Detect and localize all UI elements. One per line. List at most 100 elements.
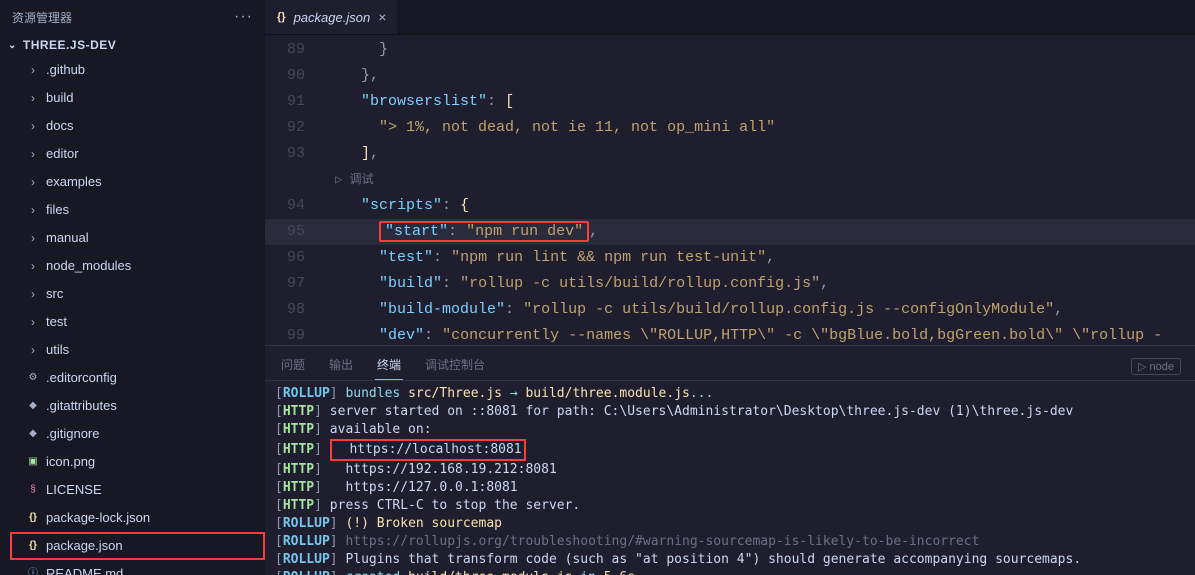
file-package-lock.json[interactable]: {}package-lock.json (10, 504, 265, 532)
gutter: 95 (265, 219, 325, 245)
line-93[interactable]: 93 ], (265, 141, 1195, 167)
chevron-right-icon (26, 311, 40, 333)
file-label: package-lock.json (46, 507, 150, 529)
folder-build[interactable]: build (10, 84, 265, 112)
gutter: 91 (265, 89, 325, 115)
explorer-header: 资源管理器 ··· (0, 0, 265, 34)
debug-hint[interactable]: 调试 (265, 167, 1195, 193)
file-label: .gitattributes (46, 395, 117, 417)
line-95[interactable]: 95 "start": "npm run dev", (265, 219, 1195, 245)
gutter: 92 (265, 115, 325, 141)
project-header[interactable]: ⌄ THREE.JS-DEV (0, 34, 265, 56)
folder-label: editor (46, 143, 79, 165)
file-.editorconfig[interactable]: ⚙ .editorconfig (10, 364, 265, 392)
file-icon: ⓘ (26, 563, 40, 575)
gutter: 89 (265, 37, 325, 63)
code-content: "browserslist": [ (325, 89, 1195, 115)
code-content: "> 1%, not dead, not ie 11, not op_mini … (325, 115, 1195, 141)
folder-src[interactable]: src (10, 280, 265, 308)
folder-utils[interactable]: utils (10, 336, 265, 364)
terminal-line: [HTTP] https://localhost:8081 (275, 439, 1185, 461)
folder-files[interactable]: files (10, 196, 265, 224)
gutter: 90 (265, 63, 325, 89)
line-98[interactable]: 98 "build-module": "rollup -c utils/buil… (265, 297, 1195, 323)
file-.gitattributes[interactable]: ◆.gitattributes (10, 392, 265, 420)
folder-label: node_modules (46, 255, 131, 277)
chevron-right-icon (26, 199, 40, 221)
more-icon[interactable]: ··· (234, 8, 253, 26)
terminal[interactable]: [ROLLUP] bundles src/Three.js → build/th… (265, 381, 1195, 575)
folder-label: .github (46, 59, 85, 81)
panel-tab-3[interactable]: 调试控制台 (423, 352, 487, 380)
folder-label: docs (46, 115, 73, 137)
shell-icon: ▷ (1138, 361, 1146, 373)
line-92[interactable]: 92 "> 1%, not dead, not ie 11, not op_mi… (265, 115, 1195, 141)
terminal-line: [ROLLUP] Plugins that transform code (su… (275, 551, 1185, 569)
code-content: "build-module": "rollup -c utils/build/r… (325, 297, 1195, 323)
gutter: 94 (265, 193, 325, 219)
folder-label: examples (46, 171, 102, 193)
code-editor[interactable]: 89 }90 },91 "browserslist": [92 "> 1%, n… (265, 35, 1195, 345)
line-99[interactable]: 99 "dev": "concurrently --names \"ROLLUP… (265, 323, 1195, 345)
folder-label: build (46, 87, 73, 109)
line-91[interactable]: 91 "browserslist": [ (265, 89, 1195, 115)
explorer-title: 资源管理器 (12, 9, 72, 26)
line-96[interactable]: 96 "test": "npm run lint && npm run test… (265, 245, 1195, 271)
chevron-right-icon (26, 171, 40, 193)
chevron-right-icon (26, 87, 40, 109)
chevron-down-icon: ⌄ (8, 40, 17, 51)
line-89[interactable]: 89 } (265, 37, 1195, 63)
folder-test[interactable]: test (10, 308, 265, 336)
panel-tabs: 问题输出终端调试控制台 ▷ node (265, 346, 1195, 381)
project-name: THREE.JS-DEV (23, 38, 116, 52)
chevron-right-icon (26, 255, 40, 277)
tab-bar: {} package.json × (265, 0, 1195, 35)
close-icon[interactable]: × (378, 9, 386, 25)
gutter: 96 (265, 245, 325, 271)
code-content: "test": "npm run lint && npm run test-un… (325, 245, 1195, 271)
folder-label: utils (46, 339, 69, 361)
sidebar: 资源管理器 ··· ⌄ THREE.JS-DEV .github build doc… (0, 0, 265, 575)
line-97[interactable]: 97 "build": "rollup -c utils/build/rollu… (265, 271, 1195, 297)
terminal-line: [HTTP] press CTRL-C to stop the server. (275, 497, 1185, 515)
terminal-line: [HTTP] available on: (275, 421, 1185, 439)
tab-label: package.json (294, 10, 371, 25)
chevron-right-icon (26, 227, 40, 249)
terminal-line: [HTTP] https://127.0.0.1:8081 (275, 479, 1185, 497)
panel-actions: ▷ node (1131, 352, 1181, 380)
tab-package-json[interactable]: {} package.json × (265, 0, 399, 34)
panel-tab-2[interactable]: 终端 (375, 352, 403, 380)
terminal-line: [ROLLUP] (!) Broken sourcemap (275, 515, 1185, 533)
file-.gitignore[interactable]: ◆.gitignore (10, 420, 265, 448)
terminal-shell-button[interactable]: ▷ node (1131, 358, 1181, 375)
panel-tab-1[interactable]: 输出 (327, 352, 355, 380)
file-label: README.md (46, 563, 123, 575)
chevron-right-icon (26, 283, 40, 305)
code-content: }, (325, 63, 1195, 89)
folder-manual[interactable]: manual (10, 224, 265, 252)
panel-tab-0[interactable]: 问题 (279, 352, 307, 380)
file-README.md[interactable]: ⓘ README.md (10, 560, 265, 575)
code-content: "scripts": { (325, 193, 1195, 219)
folder-label: test (46, 311, 67, 333)
file-tree: .github build docs editor examples filesmanua… (0, 56, 265, 575)
file-icon: ▣ (26, 451, 40, 473)
gutter: 93 (265, 141, 325, 167)
folder-.github[interactable]: .github (10, 56, 265, 84)
folder-examples[interactable]: examples (10, 168, 265, 196)
line-90[interactable]: 90 }, (265, 63, 1195, 89)
gutter: 98 (265, 297, 325, 323)
code-content: "dev": "concurrently --names \"ROLLUP,HT… (325, 323, 1195, 345)
folder-docs[interactable]: docs (10, 112, 265, 140)
file-package.json[interactable]: {}package.json (10, 532, 265, 560)
chevron-right-icon (26, 59, 40, 81)
folder-node_modules[interactable]: node_modules (10, 252, 265, 280)
file-LICENSE[interactable]: §LICENSE (10, 476, 265, 504)
chevron-right-icon (26, 339, 40, 361)
gutter: 97 (265, 271, 325, 297)
file-label: .editorconfig (46, 367, 117, 389)
folder-editor[interactable]: editor (10, 140, 265, 168)
file-icon.png[interactable]: ▣icon.png (10, 448, 265, 476)
file-icon: ⚙ (26, 367, 40, 389)
line-94[interactable]: 94 "scripts": { (265, 193, 1195, 219)
